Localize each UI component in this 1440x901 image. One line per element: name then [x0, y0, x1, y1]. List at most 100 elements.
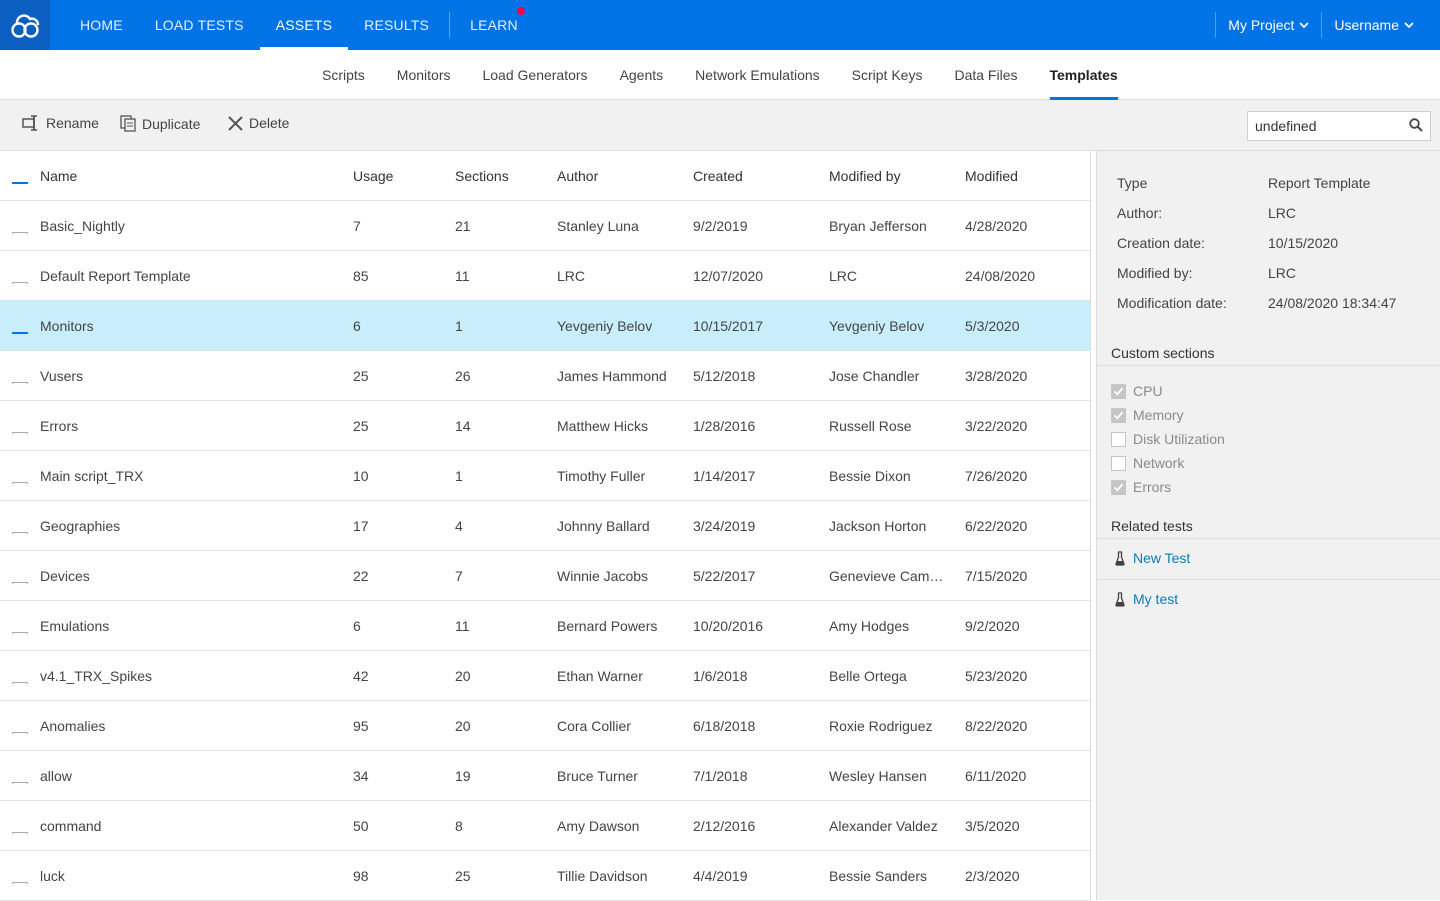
header-sections[interactable]: Sections: [455, 151, 545, 201]
table-row[interactable]: allow 34 19 Bruce Turner 7/1/2018 Wesley Hans…: [0, 751, 1090, 801]
section-checkbox[interactable]: [1111, 407, 1126, 423]
row-checkbox[interactable]: [12, 632, 28, 634]
header-author[interactable]: Author: [557, 151, 687, 201]
search-input[interactable]: [1248, 112, 1398, 140]
related-test-link[interactable]: My test: [1115, 591, 1178, 607]
cell-name: Errors: [40, 418, 79, 434]
row-checkbox[interactable]: [12, 732, 28, 734]
templates-table: Name Usage Sections Author Created Modif…: [0, 151, 1090, 901]
row-checkbox[interactable]: [12, 832, 28, 834]
table-row[interactable]: Emulations 6 11 Bernard Powers 10/20/2016 Amy…: [0, 601, 1090, 651]
header-usage[interactable]: Usage: [353, 151, 443, 201]
table-row[interactable]: luck 98 25 Tillie Davidson 4/4/2019 Bessie Sa…: [0, 851, 1090, 901]
cell-modified-by: Genevieve Camp...: [829, 568, 945, 584]
row-checkbox[interactable]: [12, 532, 28, 534]
nav-results[interactable]: RESULTS: [348, 0, 445, 50]
cell-name: Geographies: [40, 518, 121, 534]
related-test-link[interactable]: New Test: [1115, 550, 1190, 566]
nav-learn[interactable]: LEARN: [454, 0, 534, 50]
user-menu[interactable]: Username: [1322, 0, 1440, 50]
tab-data-files[interactable]: Data Files: [938, 50, 1033, 100]
tab-network-emulations[interactable]: Network Emulations: [679, 50, 836, 100]
table-row[interactable]: command 50 8 Amy Dawson 2/12/2016 Alexander V…: [0, 801, 1090, 851]
divider: [1097, 365, 1440, 366]
chevron-down-icon: [1404, 22, 1414, 29]
section-checkbox[interactable]: [1111, 479, 1126, 495]
section-checkbox[interactable]: [1111, 383, 1126, 399]
custom-section-item: Memory: [1111, 407, 1184, 423]
row-checkbox[interactable]: [12, 232, 28, 234]
cell-name: command: [40, 818, 102, 834]
row-checkbox[interactable]: [12, 282, 28, 284]
cell-sections: 11: [455, 618, 470, 634]
cell-created: 7/1/2018: [693, 768, 748, 784]
row-checkbox[interactable]: [12, 782, 28, 784]
table-row[interactable]: Basic_Nightly 7 21 Stanley Luna 9/2/2019 Brya…: [0, 201, 1090, 251]
cell-sections: 8: [455, 818, 463, 834]
row-checkbox[interactable]: [12, 432, 28, 434]
cell-modified-by: Amy Hodges: [829, 618, 910, 634]
table-row[interactable]: Main script_TRX 10 1 Timothy Fuller 1/14/201…: [0, 451, 1090, 501]
cell-author: Amy Dawson: [557, 818, 640, 834]
nav-home[interactable]: HOME: [64, 0, 139, 50]
row-checkbox[interactable]: [12, 482, 28, 484]
nav-assets[interactable]: ASSETS: [259, 0, 349, 50]
search-icon[interactable]: [1409, 118, 1423, 132]
section-label: Memory: [1133, 407, 1184, 423]
tab-load-generators[interactable]: Load Generators: [466, 50, 603, 100]
section-checkbox[interactable]: [1111, 431, 1126, 447]
cell-sections: 4: [455, 518, 463, 534]
row-checkbox[interactable]: [12, 582, 28, 584]
table-row[interactable]: Default Report Template 85 11 LRC 12/07/2020…: [0, 251, 1090, 301]
tab-agents[interactable]: Agents: [604, 50, 680, 100]
nav-load-tests[interactable]: LOAD TESTS: [139, 0, 260, 50]
cell-sections: 14: [455, 418, 471, 434]
row-checkbox-cell: [12, 618, 28, 634]
row-checkbox[interactable]: [12, 682, 28, 684]
duplicate-button[interactable]: Duplicate: [120, 115, 200, 132]
table-row[interactable]: Monitors 6 1 Yevgeniy Belov 10/15/2017 Yevgen…: [0, 301, 1090, 351]
delete-button[interactable]: Delete: [228, 115, 289, 131]
tab-script-keys[interactable]: Script Keys: [836, 50, 939, 100]
app-logo[interactable]: [0, 0, 50, 50]
table-row[interactable]: Devices 22 7 Winnie Jacobs 5/22/2017 Geneviev…: [0, 551, 1090, 601]
tab-scripts[interactable]: Scripts: [306, 50, 381, 100]
table-row[interactable]: v4.1_TRX_Spikes 42 20 Ethan Warner 1/6/2018 B…: [0, 651, 1090, 701]
section-checkbox[interactable]: [1111, 455, 1126, 471]
row-checkbox-cell: [12, 818, 28, 834]
table-row[interactable]: Geographies 17 4 Johnny Ballard 3/24/2019 Jac…: [0, 501, 1090, 551]
project-name: My Project: [1228, 17, 1295, 33]
cell-sections: 1: [455, 468, 463, 484]
project-menu[interactable]: My Project: [1216, 0, 1321, 50]
related-test-label: New Test: [1133, 550, 1191, 566]
row-checkbox[interactable]: [12, 382, 28, 384]
table-row[interactable]: Errors 25 14 Matthew Hicks 1/28/2016 Russell …: [0, 401, 1090, 451]
cell-name: Devices: [40, 568, 90, 584]
cell-name: Monitors: [40, 318, 94, 334]
cell-sections: 7: [455, 568, 463, 584]
table-row[interactable]: Vusers 25 26 James Hammond 5/12/2018 Jose Cha…: [0, 351, 1090, 401]
header-name[interactable]: Name: [40, 151, 340, 201]
cell-author: Ethan Warner: [557, 668, 643, 684]
cell-modified: 2/3/2020: [965, 868, 1020, 884]
header-modified-by[interactable]: Modified by: [829, 151, 945, 201]
rename-button[interactable]: Rename: [22, 115, 99, 131]
cell-usage: 85: [353, 268, 369, 284]
asset-tabs-bar: Scripts Monitors Load Generators Agents …: [0, 50, 1440, 100]
cell-author: Winnie Jacobs: [557, 568, 649, 584]
header-created[interactable]: Created: [693, 151, 823, 201]
tab-templates[interactable]: Templates: [1034, 50, 1134, 100]
tab-monitors[interactable]: Monitors: [381, 50, 467, 100]
cell-sections: 19: [455, 768, 471, 784]
checkmark-icon: [13, 333, 27, 334]
row-checkbox[interactable]: [12, 882, 28, 884]
select-all-checkbox[interactable]: [12, 182, 28, 184]
related-test-label: My test: [1133, 591, 1179, 607]
row-checkbox[interactable]: [12, 332, 28, 334]
header-modified[interactable]: Modified: [965, 151, 1075, 201]
cell-sections: 20: [455, 668, 471, 684]
chevron-down-icon: [1299, 22, 1310, 29]
cell-modified: 5/3/2020: [965, 318, 1020, 334]
cell-created: 6/18/2018: [693, 718, 756, 734]
table-row[interactable]: Anomalies 95 20 Cora Collier 6/18/2018 Roxie …: [0, 701, 1090, 751]
